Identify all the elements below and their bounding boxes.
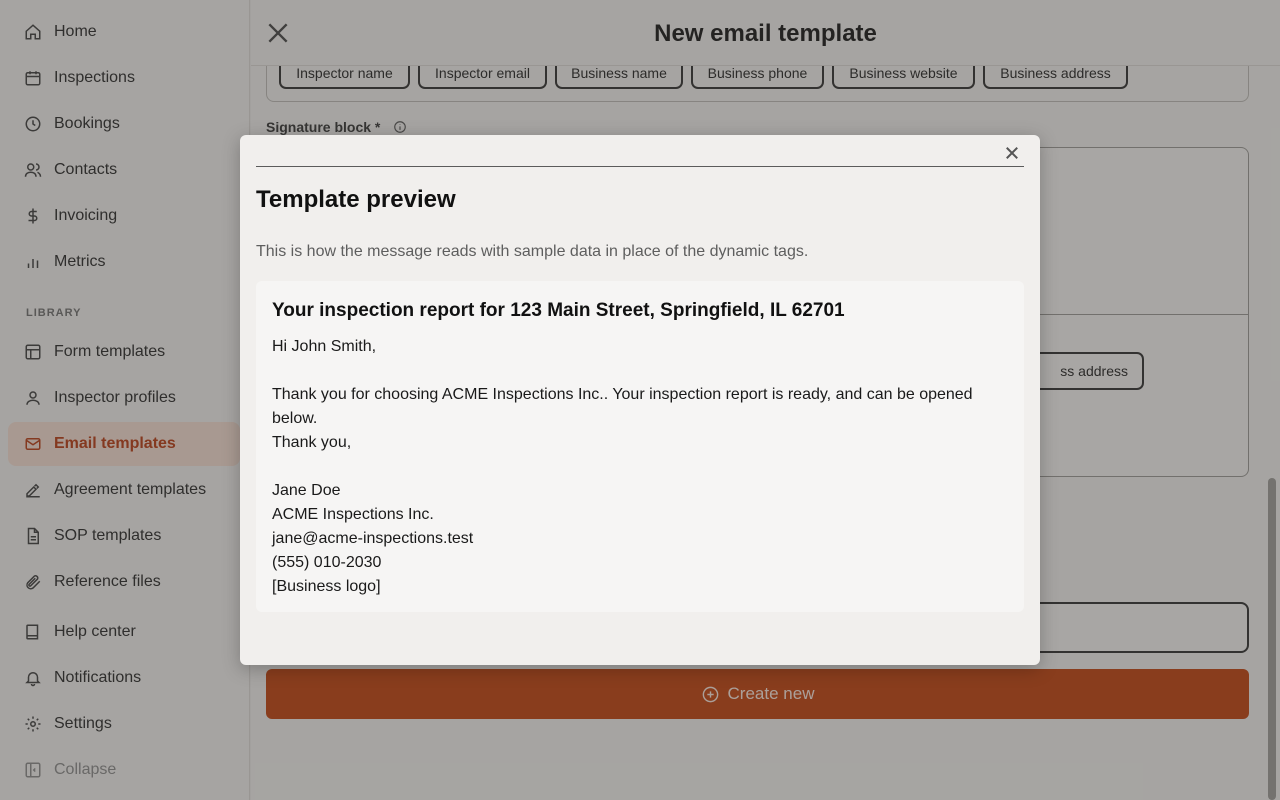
email-preview: Your inspection report for 123 Main Stre… [256, 281, 1024, 612]
modal-description: This is how the message reads with sampl… [256, 243, 809, 260]
preview-line: [Business logo] [272, 578, 381, 595]
preview-line: Jane Doe [272, 482, 341, 499]
preview-line [272, 359, 1002, 383]
close-icon[interactable] [1003, 144, 1021, 162]
preview-line [272, 455, 1002, 479]
preview-line: Thank you, [272, 434, 352, 451]
preview-line: Hi John Smith, [272, 338, 377, 355]
preview-body: Hi John Smith, Thank you for choosing AC… [272, 335, 1002, 599]
preview-subject: Your inspection report for 123 Main Stre… [272, 300, 845, 321]
modal-title: Template preview [256, 186, 456, 213]
preview-line: ACME Inspections Inc. [272, 506, 434, 523]
template-preview-modal: Template preview This is how the message… [240, 135, 1040, 665]
modal-divider [256, 166, 1024, 167]
preview-line: Thank you for choosing ACME Inspections … [272, 386, 973, 427]
preview-line: (555) 010-2030 [272, 554, 382, 571]
preview-line: jane@acme-inspections.test [272, 530, 474, 547]
